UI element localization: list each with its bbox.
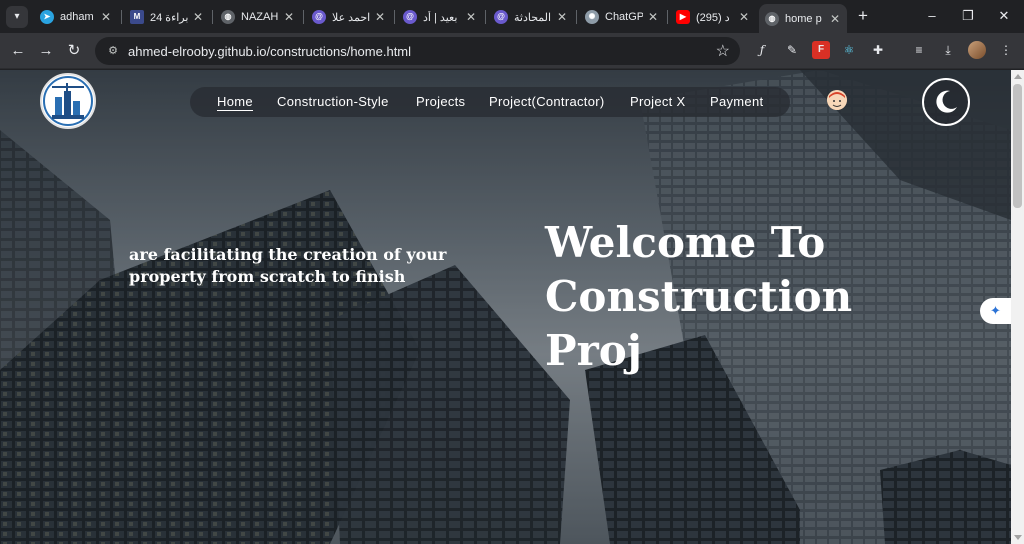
tab-label: المحادثة	[514, 11, 552, 24]
hero-title: Welcome To Construction Proj	[545, 218, 853, 375]
new-tab-button[interactable]: +	[852, 6, 874, 28]
youtube-icon: ▶	[676, 10, 690, 24]
nav-project-x-link[interactable]: Project X	[630, 94, 685, 109]
url-text[interactable]: ahmed-elrooby.github.io/constructions/ho…	[128, 44, 411, 59]
page-scrollbar[interactable]	[1011, 70, 1024, 544]
reading-list-icon[interactable]: ≡	[910, 41, 928, 59]
tab-conversation[interactable]: @ المحادثة ✕	[488, 4, 574, 30]
globe-icon: ◍	[765, 11, 779, 26]
address-bar[interactable]: ⚙ ahmed-elrooby.github.io/constructions/…	[95, 37, 740, 65]
minimize-icon[interactable]: –	[914, 4, 950, 28]
react-devtools-icon[interactable]: ⚛	[840, 41, 858, 59]
font-extension-icon[interactable]: ƒ	[753, 41, 771, 59]
tab-baeed[interactable]: @ بعيد | أد ✕	[397, 4, 483, 30]
reload-icon[interactable]: ↻	[62, 39, 86, 63]
bookmark-star-icon[interactable]: ☆	[716, 41, 730, 61]
flash-extension-icon[interactable]: F	[812, 41, 830, 59]
hero-tagline: are facilitating the creation of your pr…	[129, 245, 447, 286]
tab-label: (295) د	[696, 11, 730, 24]
tab-youtube[interactable]: ▶ (295) د ✕	[670, 4, 756, 30]
moon-icon	[936, 90, 957, 113]
crane-logo-icon	[43, 76, 93, 126]
chatgpt-icon: ✺	[585, 10, 599, 24]
tab-close-icon[interactable]: ✕	[738, 10, 750, 24]
tab-divider	[121, 10, 122, 24]
scroll-down-arrow-icon[interactable]	[1014, 535, 1022, 540]
tab-close-icon[interactable]: ✕	[192, 10, 204, 24]
tab-divider	[667, 10, 668, 24]
extensions-puzzle-icon[interactable]: ✚	[869, 41, 887, 59]
tab-adham[interactable]: ➤ adham ✕	[34, 4, 118, 30]
tab-strip: ▾ ➤ adham ✕ M براءة 24 ✕ ◍ NAZAH ✕ @ احم…	[0, 0, 1024, 33]
tab-label: براءة 24	[150, 11, 188, 24]
tab-nazah[interactable]: ◍ NAZAH ✕	[215, 4, 301, 30]
download-icon[interactable]: ⤓	[939, 41, 957, 59]
site-logo[interactable]	[40, 73, 96, 129]
avatar-face-icon	[827, 90, 847, 110]
chat-bot-icon: @	[312, 10, 326, 24]
tab-chatgpt[interactable]: ✺ ChatGP ✕	[579, 4, 665, 30]
tab-divider	[485, 10, 486, 24]
tab-divider	[576, 10, 577, 24]
nav-construction-style-link[interactable]: Construction-Style	[277, 94, 389, 109]
tab-close-icon[interactable]: ✕	[556, 10, 568, 24]
m-logo-icon: M	[130, 10, 144, 24]
site-settings-icon[interactable]: ⚙	[105, 43, 121, 59]
tab-close-icon[interactable]: ✕	[647, 10, 659, 24]
tab-label: NAZAH	[241, 11, 279, 23]
tab-close-icon[interactable]: ✕	[100, 10, 112, 24]
tab-label: adham	[60, 11, 94, 23]
browser-toolbar: ← → ↻ ⚙ ahmed-elrooby.github.io/construc…	[0, 33, 1024, 69]
tab-search-button[interactable]: ▾	[6, 6, 28, 28]
nav-payment-link[interactable]: Payment	[710, 94, 763, 109]
telegram-icon: ➤	[40, 10, 54, 24]
nav-project-contractor-link[interactable]: Project(Contractor)	[489, 94, 605, 109]
nav-home-link[interactable]: Home	[217, 94, 253, 111]
page-viewport: Home Construction-Style Projects Project…	[0, 70, 1011, 544]
chat-bot-icon: @	[403, 10, 417, 24]
back-arrow-icon[interactable]: ←	[6, 39, 30, 63]
user-avatar-icon[interactable]	[827, 90, 847, 110]
floating-assistant-button[interactable]: ✦	[980, 298, 1011, 324]
tab-divider	[212, 10, 213, 24]
globe-icon: ◍	[221, 10, 235, 24]
restore-icon[interactable]: ❐	[950, 4, 986, 28]
scroll-up-arrow-icon[interactable]	[1014, 74, 1022, 79]
tab-divider	[303, 10, 304, 24]
tab-close-icon[interactable]: ✕	[465, 10, 477, 24]
tab-divider	[394, 10, 395, 24]
profile-avatar-icon[interactable]	[968, 41, 986, 59]
tab-label: home p	[785, 12, 822, 25]
nav-projects-link[interactable]: Projects	[416, 94, 465, 109]
tab-close-icon[interactable]: ✕	[283, 10, 295, 24]
chat-bot-icon: @	[494, 10, 508, 24]
theme-toggle-button[interactable]	[922, 78, 970, 126]
tab-label: ChatGP	[605, 11, 643, 23]
menu-kebab-icon[interactable]: ⋮	[997, 41, 1015, 59]
tab-close-icon[interactable]: ✕	[829, 12, 841, 26]
window-close-icon[interactable]: ✕	[986, 4, 1022, 28]
tab-baraa[interactable]: M براءة 24 ✕	[124, 4, 210, 30]
forward-arrow-icon[interactable]: →	[34, 39, 58, 63]
tab-home-active[interactable]: ◍ home p ✕	[759, 4, 847, 33]
scrollbar-thumb[interactable]	[1013, 84, 1022, 208]
tab-label: بعيد | أد	[423, 11, 458, 24]
tab-ahmed[interactable]: @ احمد علا ✕	[306, 4, 392, 30]
tab-label: احمد علا	[332, 11, 370, 24]
eyedropper-extension-icon[interactable]: ✎	[783, 41, 801, 59]
tab-close-icon[interactable]: ✕	[374, 10, 386, 24]
